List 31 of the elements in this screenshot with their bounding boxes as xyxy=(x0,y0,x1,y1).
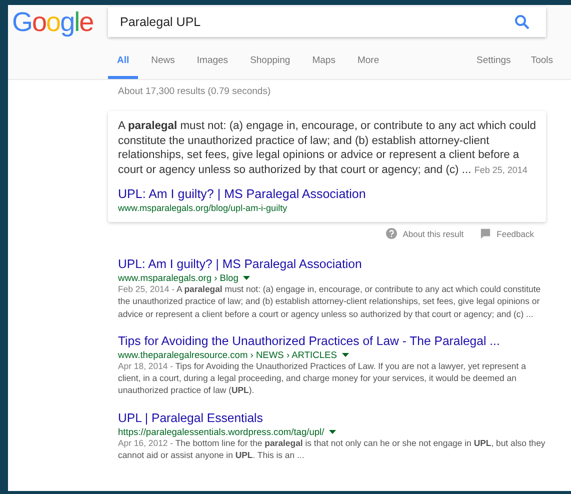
result-url: www.msparalegals.org › Blog xyxy=(118,273,238,283)
result-title-link[interactable]: UPL: Am I guilty? | MS Paralegal Association xyxy=(118,257,362,271)
dropdown-caret-icon[interactable] xyxy=(342,352,349,357)
result-url: www.msparalegals.org/blog/upl-am-i-guilty xyxy=(118,203,288,213)
featured-snippet-text: A paralegal must not: (a) engage in, encourage, or contribute to any act which could constitute the unauthorized practice of law; and (b) establish attorney-client relationships, set fees, give legal opinions or advice or represent a client before a court or agency unless so authorized by that court or agency; and (c) ... Feb 25, 2014 xyxy=(118,119,536,177)
dropdown-caret-icon[interactable] xyxy=(329,430,336,434)
help-icon[interactable] xyxy=(386,228,397,239)
feedback-icon[interactable] xyxy=(480,228,491,239)
tool-link[interactable]: Settings xyxy=(476,48,511,79)
result-title-link[interactable]: Tips for Avoiding the Unauthorized Practices of Law - The Paralegal ... xyxy=(118,334,500,348)
result-title-link[interactable]: UPL: Am I guilty? | MS Paralegal Association xyxy=(118,187,366,201)
feedback-link[interactable]: Feedback xyxy=(496,228,534,238)
about-result-link[interactable]: About this result xyxy=(402,228,464,238)
search-field[interactable]: Paralegal UPL xyxy=(108,7,546,37)
result-stats: About 17,300 results (0.79 seconds) xyxy=(117,85,272,97)
result-snippet: Apr 16, 2012 - The bottom line for the paralegal is that not only can he or she not engage in UPL, but also they cannot aid or assist anyone in UPL. This is an ... xyxy=(118,437,546,462)
search-tab[interactable]: Shopping xyxy=(241,48,300,79)
result-snippet: Apr 18, 2014 - Tips for Avoiding the Unauthorized Practices of Law. If you are not a lawyer, yet represent a client, in a court, during a legal proceeding, and charge money for your services, it would be deemed an unauthorized practice of law (UPL). xyxy=(118,360,527,397)
search-tab[interactable]: More xyxy=(348,48,388,79)
result-snippet: Feb 25, 2014 - A paralegal must not: (a) engage in, encourage, or contribute to any act which could constitute the unauthorized practice of law; and (b) establish attorney-client relationships, set fees, give legal opinions or advice or represent a client before a court or agency unless so authorized by that court or agency; and (c) ... xyxy=(118,283,542,320)
result-url: www.theparalegalresource.com › NEWS › ARTICLES xyxy=(118,350,337,360)
search-tab[interactable]: Maps xyxy=(303,48,344,79)
search-tab[interactable]: All xyxy=(108,48,138,79)
tool-link[interactable]: Tools xyxy=(530,48,553,79)
result-url: https://paralegalessentials.wordpress.com/tag/upl/ xyxy=(118,426,324,437)
search-tab[interactable]: News xyxy=(142,48,184,79)
search-icon[interactable] xyxy=(514,14,530,30)
search-tab[interactable]: Images xyxy=(188,48,238,79)
google-logo[interactable]: Google xyxy=(8,6,108,38)
result-title-link[interactable]: UPL | Paralegal Essentials xyxy=(118,410,263,425)
dropdown-caret-icon[interactable] xyxy=(243,276,250,280)
